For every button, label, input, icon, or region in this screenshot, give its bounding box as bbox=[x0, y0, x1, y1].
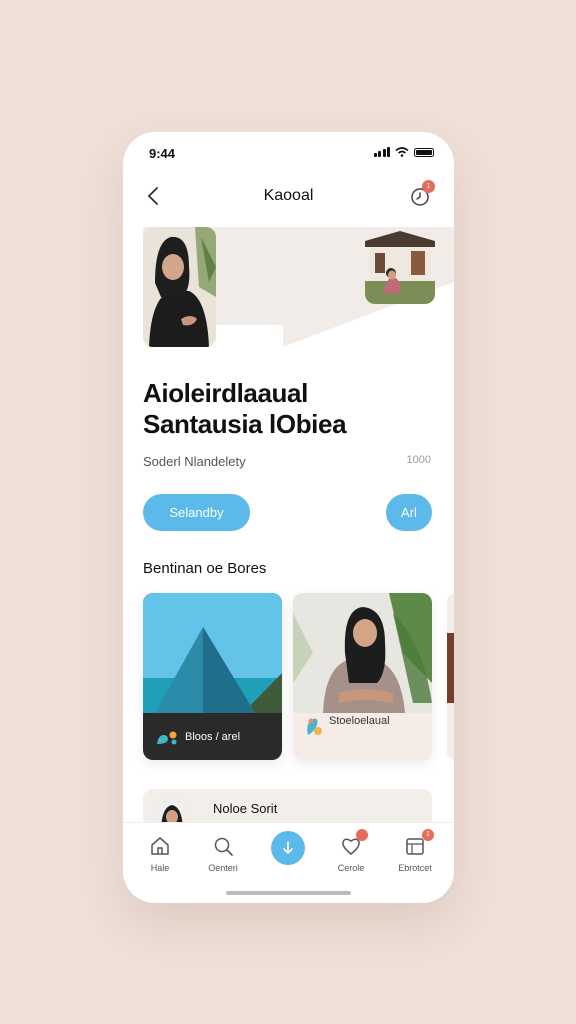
card-pyramid[interactable]: Bloos / arel bbox=[143, 593, 282, 760]
pyramid-image bbox=[143, 593, 282, 713]
secondary-button[interactable]: Arl bbox=[386, 494, 432, 531]
search-icon bbox=[214, 837, 233, 856]
tab-profile-label: Ebrotcet bbox=[398, 863, 432, 873]
hero-banner bbox=[143, 227, 454, 347]
status-time: 9:44 bbox=[149, 146, 176, 161]
phone-frame: 9:44 Kaooal 1 Aioleirdlaaual Santausia l… bbox=[123, 132, 454, 903]
home-indicator bbox=[226, 891, 351, 895]
wifi-icon bbox=[395, 147, 409, 157]
tab-home[interactable]: Hale bbox=[130, 835, 190, 873]
section-title: Bentinan oe Bores bbox=[143, 560, 267, 577]
hero-photo-house[interactable] bbox=[365, 227, 435, 304]
nav-bar: Kaooal 1 bbox=[123, 180, 454, 212]
list-item-label: Noloe Sorit bbox=[213, 801, 278, 816]
article-author: Soderl Nlandelety bbox=[143, 454, 246, 469]
article-headline: Aioleirdlaaual Santausia lObiea bbox=[143, 378, 443, 440]
card-next-peek[interactable] bbox=[447, 593, 454, 760]
tab-favorites-label: Cerole bbox=[337, 863, 365, 873]
primary-button[interactable]: Selandby bbox=[143, 494, 250, 531]
tab-profile[interactable]: 1 Ebrotcet bbox=[385, 829, 445, 873]
notification-button[interactable]: 1 bbox=[408, 180, 435, 208]
article-count: 1000 bbox=[406, 454, 431, 466]
tab-search-label: Oenteri bbox=[208, 863, 238, 873]
headline-line-1: Aioleirdlaaual bbox=[143, 378, 308, 408]
download-icon bbox=[283, 841, 293, 855]
card-person[interactable]: Stoeloelaual bbox=[293, 593, 432, 760]
article-meta: Soderl Nlandelety 1000 bbox=[143, 454, 431, 469]
card-label: Bloos / arel bbox=[185, 730, 241, 743]
notification-badge: 1 bbox=[422, 180, 435, 193]
woman-photo-image bbox=[293, 593, 432, 713]
blob-icon bbox=[307, 718, 322, 735]
house-image bbox=[365, 227, 435, 304]
shapes-icon bbox=[157, 731, 177, 744]
status-bar: 9:44 bbox=[123, 132, 454, 172]
tab-search[interactable]: Oenteri bbox=[193, 835, 253, 873]
center-action-button[interactable] bbox=[271, 831, 305, 865]
tab-home-label: Hale bbox=[150, 863, 170, 873]
favorites-badge bbox=[356, 829, 368, 841]
battery-icon bbox=[414, 147, 434, 157]
home-icon bbox=[151, 837, 169, 855]
status-icons bbox=[373, 147, 434, 157]
card-footer: Stoeloelaual bbox=[293, 705, 432, 752]
woman-portrait-image bbox=[143, 227, 216, 347]
page-title: Kaooal bbox=[263, 187, 314, 204]
card-label: Stoeloelaual bbox=[329, 715, 390, 727]
hero-photo-woman[interactable] bbox=[143, 227, 216, 347]
card-footer: Bloos / arel bbox=[143, 713, 282, 760]
tab-favorites[interactable]: Cerole bbox=[321, 829, 381, 873]
headline-line-2: Santausia lObiea bbox=[143, 409, 347, 439]
peek-image bbox=[447, 593, 454, 760]
profile-badge: 1 bbox=[422, 829, 434, 841]
signal-icon bbox=[373, 147, 390, 157]
